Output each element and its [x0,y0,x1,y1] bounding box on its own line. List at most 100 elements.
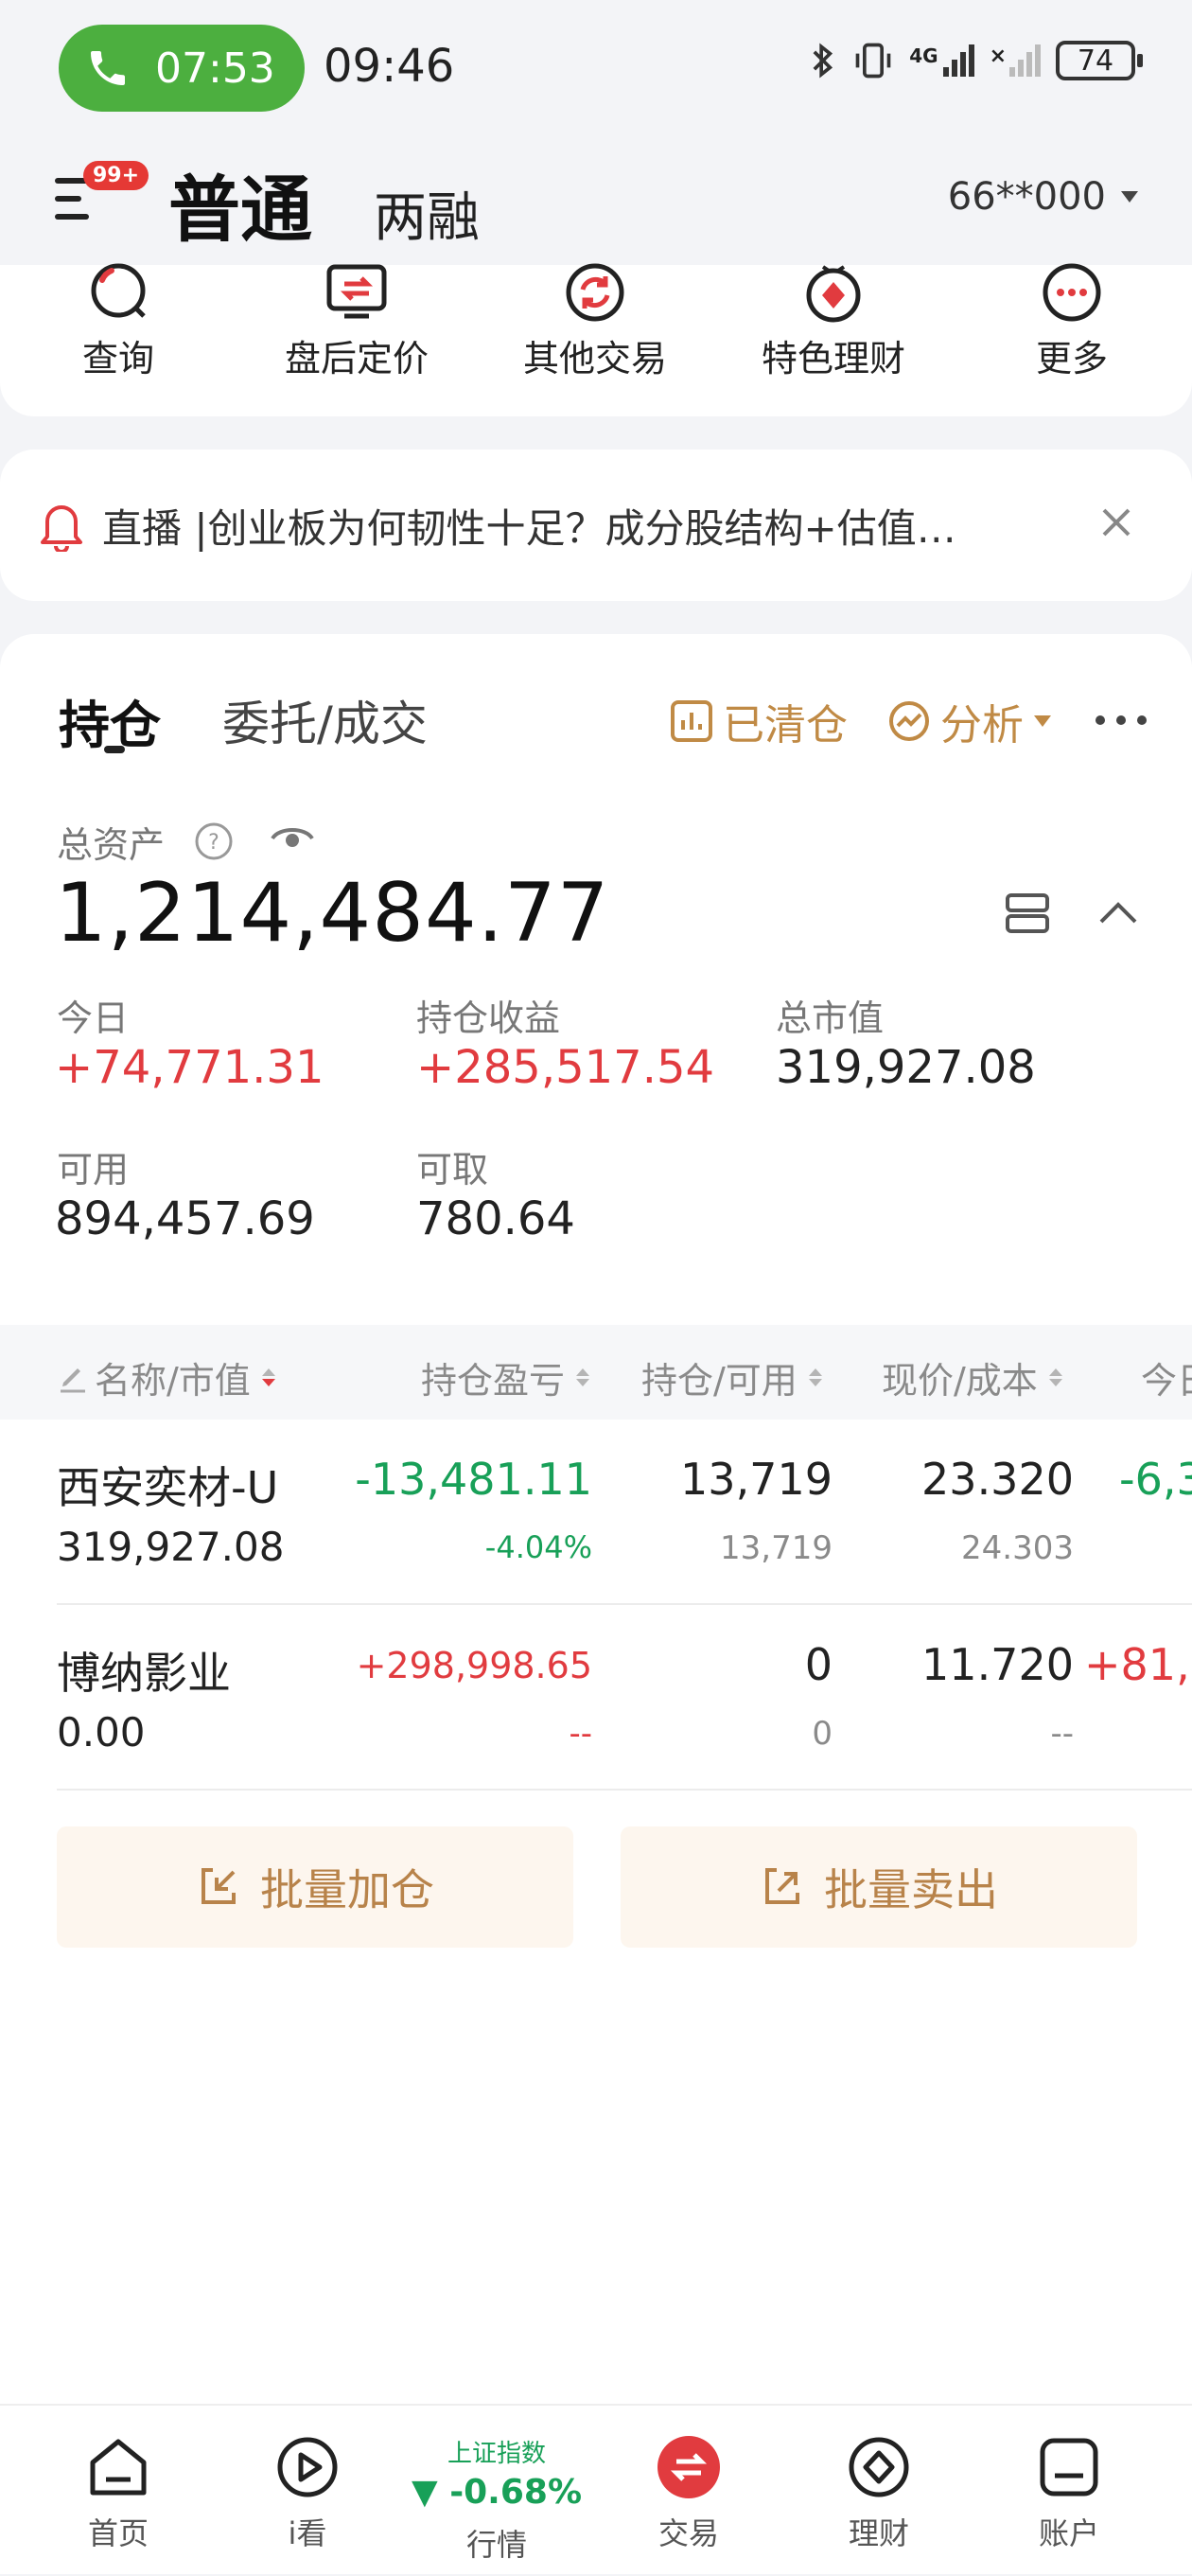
row-divider [57,1789,1192,1791]
transfer-icon [326,264,387,319]
positions-table-header: 名称/市值 持仓盈亏 持仓/可用 现价/成本 今日 [0,1325,1192,1420]
account-type-margin-tab[interactable]: 两融 [374,175,480,252]
stock-today-pnl: +81,0 [1084,1639,1192,1690]
batch-sell-icon [765,1868,799,1904]
battery-icon: 74 [1056,41,1143,80]
nav-market[interactable]: 上证指数 ▼ -0.68% 行情 [402,2406,591,2576]
nav-finance[interactable]: 理财 [784,2406,973,2576]
quick-action-after-hours[interactable]: 盘后定价 [262,264,451,381]
nav-trade[interactable]: 交易 [594,2406,783,2576]
phone-icon [79,40,136,97]
status-bar: 07:53 09:46 4G × 74 [0,0,1192,142]
tab-indicator [104,746,125,753]
market-value-value: 319,927.08 [776,1041,1036,1094]
more-icon [1043,263,1101,322]
search-icon [91,263,146,318]
vibrate-icon [855,43,891,79]
stock-pnl-pct: -4.04% [484,1529,592,1565]
stock-available: 0 [812,1715,833,1753]
help-icon[interactable]: ? [194,821,234,861]
available-value: 894,457.69 [55,1192,315,1245]
batch-add-button[interactable]: 批量加仓 [57,1826,573,1948]
index-change: ▼ -0.68% [411,2473,583,2512]
stock-price: 11.720 [921,1639,1074,1690]
stock-pnl: -13,481.11 [355,1454,592,1505]
column-pnl[interactable]: 持仓盈亏 [421,1351,590,1403]
today-label: 今日 [57,997,130,1039]
column-name-value[interactable]: 名称/市值 [57,1351,275,1403]
live-broadcast-banner[interactable]: 直播 |创业板为何韧性十足？成分股结构+估值… [0,450,1192,601]
position-profit-value: +285,517.54 [416,1041,715,1094]
tab-orders[interactable]: 委托/成交 [222,686,428,754]
column-position-available[interactable]: 持仓/可用 [641,1351,822,1403]
position-profit-label: 持仓收益 [416,997,561,1039]
bottom-navigation: 首页 i看 上证指数 ▼ -0.68% 行情 交易 理财 账户 [0,2404,1192,2574]
chevron-up-icon[interactable] [1097,899,1139,927]
bluetooth-icon [813,43,833,79]
ongoing-call-pill[interactable]: 07:53 [59,25,305,112]
refresh-icon [566,263,624,322]
account-type-normal-tab[interactable]: 普通 [168,151,312,256]
index-name: 上证指数 [447,2440,546,2468]
sort-icon [261,1368,275,1386]
signal-nosim-icon: × [990,44,1041,77]
stock-market-value: 0.00 [57,1709,146,1756]
stock-available: 13,719 [720,1529,833,1567]
available-label: 可用 [57,1149,130,1191]
diamond-icon [849,2437,909,2497]
stock-pnl: +298,998.65 [356,1645,592,1686]
banner-text: 直播 |创业板为何韧性十足？成分股结构+估值… [102,505,956,552]
caret-down-icon [1121,191,1138,203]
nav-account[interactable]: 账户 [974,2406,1164,2576]
withdrawable-value: 780.64 [416,1192,575,1245]
home-icon [90,2439,147,2496]
sort-icon [1048,1368,1062,1386]
more-options-icon[interactable] [1096,715,1147,725]
table-row[interactable]: 博纳影业 0.00 +298,998.65 -- 0 0 11.720 -- +… [0,1605,1192,1791]
positions-card: 持仓 委托/成交 已清仓 分析 总资产 ? 1,214,484.77 今日 +7… [0,634,1192,2404]
caret-down-icon [1034,715,1051,727]
quick-action-more[interactable]: 更多 [977,263,1166,381]
batch-sell-button[interactable]: 批量卖出 [621,1826,1137,1948]
eye-icon[interactable] [270,820,315,857]
quick-action-other-trades[interactable]: 其他交易 [500,263,690,381]
system-icons: 4G × 74 [809,40,1143,81]
account-icon [1040,2438,1098,2497]
trade-icon [657,2436,720,2498]
nav-watch[interactable]: i看 [213,2406,402,2576]
stock-position: 13,719 [680,1454,833,1505]
cleared-positions-button[interactable]: 已清仓 [670,691,848,751]
chart-bar-icon [671,700,712,742]
withdrawable-label: 可取 [416,1149,489,1191]
stock-pnl-pct: -- [569,1715,592,1753]
today-value: +74,771.31 [55,1041,324,1094]
play-icon [277,2437,338,2497]
account-number: 66**000 [947,175,1106,219]
sort-icon [808,1368,822,1386]
bell-icon [41,505,82,552]
notification-badge: 99+ [83,161,149,190]
stock-cost: -- [1050,1715,1074,1753]
stock-market-value: 319,927.08 [57,1524,285,1570]
list-view-icon[interactable] [1005,892,1050,934]
nav-home[interactable]: 首页 [24,2406,213,2576]
stock-today-pnl: -6,3 [1119,1454,1192,1505]
analysis-button[interactable]: 分析 [887,691,1052,751]
quick-action-featured-finance[interactable]: 特色理财 [739,265,928,381]
account-selector[interactable]: 66**000 [948,175,1140,219]
column-price-cost[interactable]: 现价/成本 [882,1351,1062,1403]
stock-name: 博纳影业 [57,1648,231,1699]
market-value-label: 总市值 [776,997,885,1039]
close-icon[interactable] [1093,499,1140,546]
total-assets-label: 总资产 [57,824,166,866]
quick-action-query[interactable]: 查询 [24,263,213,381]
column-today[interactable]: 今日 [1141,1351,1192,1403]
call-timer: 07:53 [155,44,275,93]
edit-icon [61,1367,85,1392]
svg-text:?: ? [208,831,219,855]
stock-cost: 24.303 [961,1529,1074,1567]
stock-position: 0 [804,1639,833,1690]
signal-4g-icon: 4G [909,44,974,77]
table-row[interactable]: 西安奕材-U 319,927.08 -13,481.11 -4.04% 13,7… [0,1420,1192,1605]
sort-icon [576,1368,590,1386]
